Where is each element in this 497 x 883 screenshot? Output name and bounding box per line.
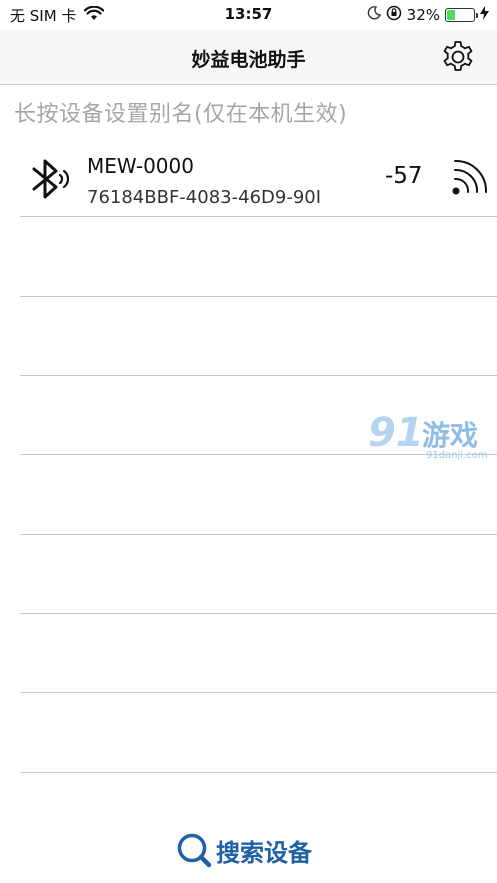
list-separator [20, 375, 497, 376]
status-right: 32% [362, 5, 489, 25]
status-bar: 无 SIM 卡 13:57 32% [0, 0, 497, 30]
page-title: 妙益电池助手 [191, 49, 306, 71]
list-separator [20, 613, 497, 614]
settings-button[interactable] [439, 38, 477, 76]
rssi-value: -57 [385, 163, 423, 189]
search-devices-label: 搜索设备 [216, 838, 312, 867]
watermark-url: 91danji.com [426, 450, 488, 461]
orientation-lock-icon [386, 5, 402, 25]
list-separator [20, 534, 497, 535]
device-uuid: 76184BBF-4083-46D9-90I [87, 187, 322, 208]
watermark-number: 91 [368, 410, 424, 456]
long-press-hint: 长按设备设置别名(仅在本机生效) [14, 102, 348, 127]
watermark-logo: 91 游戏 91danji.com [368, 410, 496, 470]
search-devices-button[interactable]: 搜索设备 [174, 830, 312, 870]
moon-icon [367, 6, 381, 24]
bluetooth-icon [30, 155, 72, 203]
list-separator [20, 692, 497, 693]
watermark-text: 游戏 [422, 419, 479, 452]
signal-strength-icon [450, 157, 490, 197]
device-name: MEW-0000 [87, 154, 194, 178]
search-icon [177, 833, 212, 868]
battery-percent: 32% [406, 6, 440, 24]
list-separator [20, 772, 497, 773]
battery-level [447, 10, 456, 20]
list-separator [20, 296, 497, 297]
charging-icon [480, 6, 489, 24]
navigation-bar: 妙益电池助手 [0, 30, 497, 85]
gear-icon [443, 41, 473, 71]
device-list-item[interactable]: MEW-0000 76184BBF-4083-46D9-90I -57 [20, 140, 497, 217]
battery-icon [445, 8, 478, 22]
